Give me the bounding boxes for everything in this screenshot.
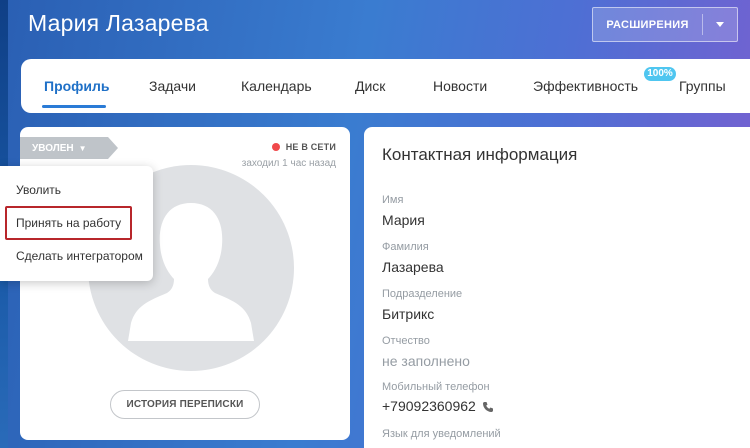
chat-history-button[interactable]: ИСТОРИЯ ПЕРЕПИСКИ bbox=[110, 390, 260, 419]
field-value-department[interactable]: Битрикс bbox=[382, 306, 434, 322]
field-value-middle-name: не заполнено bbox=[382, 353, 470, 369]
online-status: НЕ В СЕТИ bbox=[271, 142, 336, 152]
page-title: Мария Лазарева bbox=[28, 10, 209, 36]
status-tag[interactable]: УВОЛЕН ▼ bbox=[20, 137, 118, 159]
profile-tabs: Профиль Задачи Календарь Диск Новости Эф… bbox=[21, 59, 750, 113]
field-label-first-name: Имя bbox=[382, 194, 404, 206]
tab-disk[interactable]: Диск bbox=[355, 78, 385, 94]
tab-tasks[interactable]: Задачи bbox=[149, 78, 196, 94]
offline-dot-icon bbox=[271, 143, 280, 151]
tab-news[interactable]: Новости bbox=[433, 78, 487, 94]
tab-efficiency[interactable]: Эффективность bbox=[533, 78, 638, 94]
extensions-label: РАСШИРЕНИЯ bbox=[606, 18, 689, 31]
field-label-mobile-phone: Мобильный телефон bbox=[382, 381, 490, 393]
highlight-frame bbox=[5, 206, 132, 240]
phone-icon[interactable] bbox=[482, 400, 494, 416]
contact-info-title: Контактная информация bbox=[382, 145, 578, 164]
field-label-department: Подразделение bbox=[382, 288, 463, 300]
extensions-button[interactable]: РАСШИРЕНИЯ bbox=[592, 7, 738, 42]
field-value-last-name: Лазарева bbox=[382, 259, 444, 275]
field-value-mobile-phone: +79092360962 bbox=[382, 398, 494, 416]
mobile-phone-number[interactable]: +79092360962 bbox=[382, 398, 476, 414]
tab-groups[interactable]: Группы bbox=[679, 78, 726, 94]
menu-item-make-integrator[interactable]: Сделать интегратором bbox=[16, 249, 143, 263]
chevron-down-icon: ▼ bbox=[78, 143, 87, 153]
contact-info-card: Контактная информация Имя Мария Фамилия … bbox=[364, 127, 750, 448]
active-tab-indicator bbox=[42, 105, 106, 108]
menu-item-dismiss[interactable]: Уволить bbox=[16, 183, 61, 197]
tab-profile[interactable]: Профиль bbox=[44, 78, 110, 94]
field-label-last-name: Фамилия bbox=[382, 241, 429, 253]
status-dropdown-menu: Уволить Принять на работу Сделать интегр… bbox=[0, 166, 153, 281]
status-tag-label: УВОЛЕН bbox=[32, 142, 74, 154]
chevron-down-icon[interactable] bbox=[703, 22, 737, 27]
efficiency-badge: 100% bbox=[644, 67, 676, 81]
field-value-first-name: Мария bbox=[382, 212, 425, 228]
field-label-notify-language: Язык для уведомлений bbox=[382, 428, 501, 440]
field-label-middle-name: Отчество bbox=[382, 335, 430, 347]
last-seen: заходил 1 час назад bbox=[241, 158, 336, 169]
online-status-label: НЕ В СЕТИ bbox=[285, 142, 336, 152]
tab-calendar[interactable]: Календарь bbox=[241, 78, 312, 94]
